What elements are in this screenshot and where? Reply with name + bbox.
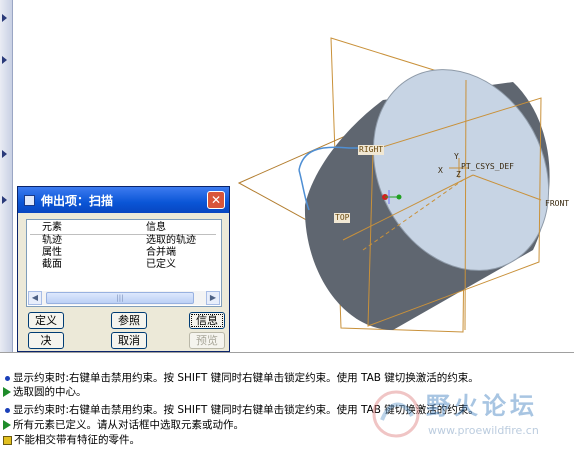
message-text: 不能相交带有特征的零件。 — [14, 434, 140, 446]
scroll-right-icon[interactable]: ▶ — [206, 291, 220, 305]
warning-icon — [3, 435, 12, 445]
csys-y-label: Y — [454, 152, 459, 161]
element-info: 选取的轨迹 — [146, 235, 196, 246]
horizontal-scrollbar[interactable]: ◀ ||| ▶ — [28, 291, 220, 305]
list-item[interactable]: 属性 合并端 — [30, 247, 216, 259]
list-item[interactable]: 截面 已定义 — [30, 259, 216, 271]
info-bullet-icon — [5, 407, 10, 413]
close-button[interactable]: ✕ — [207, 191, 225, 209]
dialog-title: 伸出项：扫描 — [41, 193, 114, 208]
forum-watermark: 野火论坛 www.proewildfire.cn — [368, 384, 568, 448]
element-info: 合并端 — [146, 247, 176, 258]
preview-button: 预览 — [189, 332, 225, 349]
datum-label-right: RIGHT — [358, 145, 385, 155]
expand-arrow-icon[interactable] — [2, 150, 7, 158]
trajectory-curve — [298, 169, 310, 211]
scroll-thumb[interactable]: ||| — [46, 292, 194, 304]
left-toolbar-strip — [0, 0, 13, 352]
scroll-left-icon[interactable]: ◀ — [28, 291, 42, 305]
message-line: 所有元素已定义。请从对话框中选取元素或动作。 — [3, 419, 244, 432]
expand-arrow-icon[interactable] — [2, 56, 7, 64]
element-list[interactable]: 元素 信息 轨迹 选取的轨迹 属性 合并端 截面 已定义 ◀ ||| ▶ — [26, 219, 222, 307]
prompt-arrow-icon — [3, 387, 11, 397]
column-header-info: 信息 — [146, 222, 166, 233]
message-text: 选取圆的中心。 — [13, 386, 87, 398]
dialog-title-bar[interactable]: 伸出项：扫描 — [18, 187, 229, 213]
cancel-button[interactable]: 取消 — [111, 332, 147, 349]
csys-label: PT_CSYS_DEF — [461, 162, 514, 171]
cancel-cut-button[interactable]: 决 — [28, 332, 64, 349]
message-text: 所有元素已定义。请从对话框中选取元素或动作。 — [13, 419, 244, 431]
csys-x-label: X — [438, 166, 443, 175]
column-header-element: 元素 — [42, 222, 62, 233]
define-button[interactable]: 定义 — [28, 312, 64, 329]
element-info: 已定义 — [146, 259, 176, 270]
info-button[interactable]: 信息 — [189, 312, 225, 329]
prompt-arrow-icon — [3, 420, 11, 430]
list-header: 元素 信息 — [30, 222, 216, 235]
message-text: 显示约束时:右键单击禁用约束。按 SHIFT 键同时右键单击锁定约束。使用 TA… — [13, 372, 479, 384]
watermark-url: www.proewildfire.cn — [428, 424, 539, 437]
watermark-title: 野火论坛 — [426, 392, 538, 420]
element-name: 轨迹 — [42, 235, 62, 246]
dialog-window-icon — [24, 194, 35, 206]
csys-z-label: Z — [456, 170, 461, 179]
list-item[interactable]: 轨迹 选取的轨迹 — [30, 235, 216, 247]
refer-button[interactable]: 参照 — [111, 312, 147, 329]
element-name: 属性 — [42, 247, 62, 258]
element-name: 截面 — [42, 259, 62, 270]
datum-label-top: TOP — [334, 213, 351, 223]
protrusion-sweep-dialog: 伸出项：扫描 ✕ 元素 信息 轨迹 选取的轨迹 属性 合并端 截面 已定义 ◀ … — [17, 186, 230, 352]
expand-arrow-icon[interactable] — [2, 14, 7, 22]
message-line: 不能相交带有特征的零件。 — [3, 434, 140, 447]
message-line: 选取圆的中心。 — [3, 386, 87, 399]
expand-arrow-icon[interactable] — [2, 196, 7, 204]
watermark-logo-icon — [372, 390, 420, 438]
info-bullet-icon — [5, 375, 10, 381]
datum-label-front: FRONT — [545, 199, 570, 208]
